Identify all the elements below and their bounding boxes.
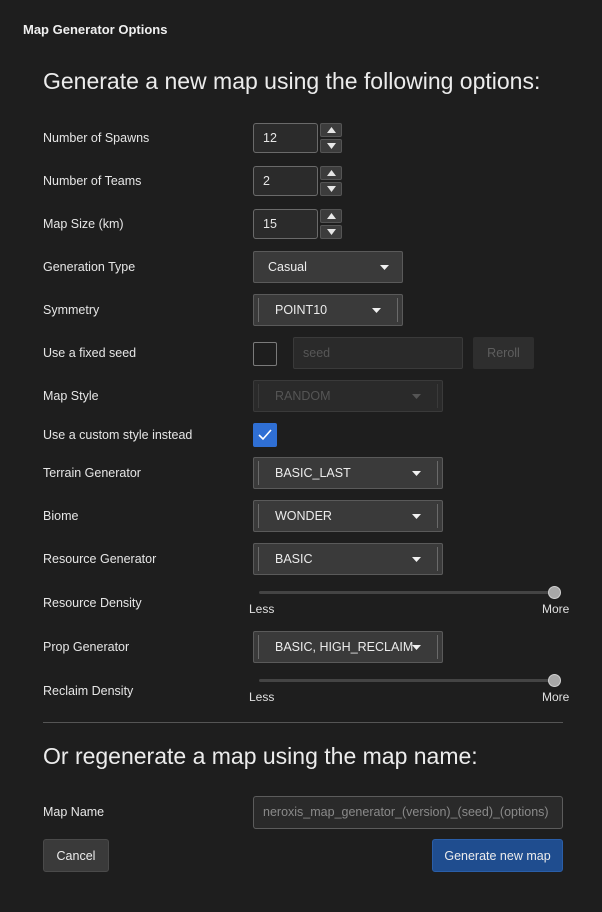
resource-density-slider[interactable] (259, 591, 555, 594)
resource-density-slider-thumb[interactable] (547, 586, 561, 599)
chevron-down-icon (327, 143, 336, 149)
regenerate-heading: Or regenerate a map using the map name: (43, 743, 478, 769)
prop-generator-select[interactable]: BASIC, HIGH_RECLAIM (253, 631, 443, 663)
new-map-heading: Generate a new map using the following o… (43, 68, 541, 94)
reclaim-density-slider[interactable] (259, 679, 555, 682)
terrain-generator-label: Terrain Generator (43, 466, 141, 480)
map-name-input[interactable]: neroxis_map_generator_(version)_(seed)_(… (253, 796, 563, 829)
map-style-select[interactable]: RANDOM (253, 380, 443, 412)
teams-label: Number of Teams (43, 174, 142, 188)
generation-type-select[interactable]: Casual (253, 251, 403, 283)
chevron-up-icon (327, 127, 336, 133)
teams-input[interactable]: 2 (253, 166, 318, 196)
chevron-up-icon (327, 170, 336, 176)
map-style-label: Map Style (43, 389, 99, 403)
caret-down-icon (412, 394, 421, 399)
prop-generator-label: Prop Generator (43, 640, 130, 654)
custom-style-checkbox[interactable] (253, 423, 277, 447)
chevron-down-icon (327, 186, 336, 192)
map-size-input[interactable]: 15 (253, 209, 318, 239)
seed-input[interactable]: seed (293, 337, 463, 369)
symmetry-select[interactable]: POINT10 (253, 294, 403, 326)
caret-down-icon (412, 557, 421, 562)
caret-down-icon (372, 308, 381, 313)
reclaim-density-min-label: Less (249, 690, 275, 704)
map-size-increment-button[interactable] (320, 209, 342, 223)
generate-new-map-button[interactable]: Generate new map (432, 839, 563, 872)
resource-density-label: Resource Density (43, 596, 142, 610)
generation-type-label: Generation Type (43, 260, 136, 274)
caret-down-icon (412, 645, 421, 650)
resource-generator-select[interactable]: BASIC (253, 543, 443, 575)
spawns-increment-button[interactable] (320, 123, 342, 137)
fixed-seed-checkbox[interactable] (253, 342, 277, 366)
fixed-seed-label: Use a fixed seed (43, 346, 137, 360)
teams-increment-button[interactable] (320, 166, 342, 180)
caret-down-icon (412, 514, 421, 519)
cancel-button[interactable]: Cancel (43, 839, 109, 872)
caret-down-icon (412, 471, 421, 476)
resource-generator-label: Resource Generator (43, 552, 157, 566)
terrain-generator-value: BASIC_LAST (275, 466, 351, 480)
section-divider (43, 722, 563, 723)
reclaim-density-label: Reclaim Density (43, 684, 134, 698)
chevron-up-icon (327, 213, 336, 219)
map-size-label: Map Size (km) (43, 217, 124, 231)
window-title: Map Generator Options (23, 22, 168, 37)
map-size-decrement-button[interactable] (320, 225, 342, 239)
prop-generator-value: BASIC, HIGH_RECLAIM (275, 640, 414, 654)
reclaim-density-max-label: More (542, 690, 570, 704)
spawns-label: Number of Spawns (43, 131, 150, 145)
map-style-value: RANDOM (275, 389, 331, 403)
resource-density-max-label: More (542, 602, 570, 616)
reroll-button[interactable]: Reroll (473, 337, 534, 369)
chevron-down-icon (327, 229, 336, 235)
biome-label: Biome (43, 509, 79, 523)
spawns-input[interactable]: 12 (253, 123, 318, 153)
map-name-label: Map Name (43, 805, 105, 819)
reclaim-density-slider-thumb[interactable] (547, 674, 561, 687)
spawns-decrement-button[interactable] (320, 139, 342, 153)
teams-decrement-button[interactable] (320, 182, 342, 196)
symmetry-label: Symmetry (43, 303, 100, 317)
resource-generator-value: BASIC (275, 552, 313, 566)
generation-type-value: Casual (268, 260, 307, 274)
biome-value: WONDER (275, 509, 332, 523)
custom-style-label: Use a custom style instead (43, 428, 193, 442)
check-icon (258, 429, 272, 441)
biome-select[interactable]: WONDER (253, 500, 443, 532)
resource-density-min-label: Less (249, 602, 275, 616)
terrain-generator-select[interactable]: BASIC_LAST (253, 457, 443, 489)
caret-down-icon (380, 265, 389, 270)
symmetry-value: POINT10 (275, 303, 328, 317)
